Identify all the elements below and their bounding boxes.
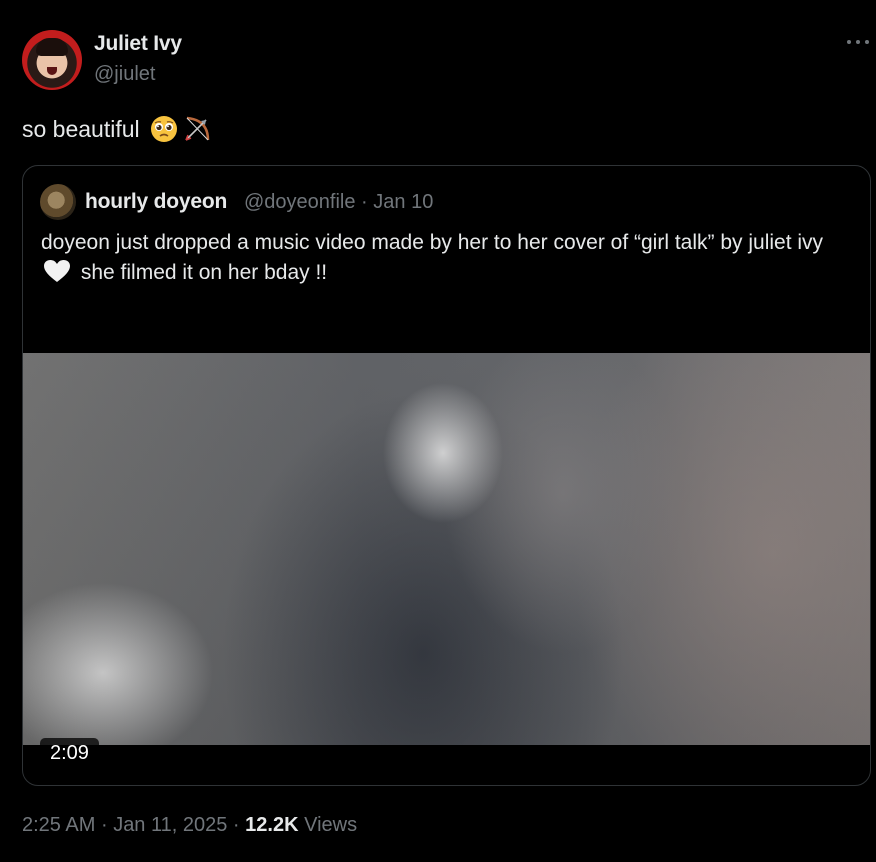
video-duration-badge: 2:09 [40,738,99,768]
avatar-hair [36,38,68,56]
meta-separator: · [100,814,108,836]
quoted-tweet[interactable]: hourly doyeon @doyeonfile · Jan 10 doyeo… [22,165,871,786]
quoted-author-meta: @doyeonfile · Jan 10 [244,191,433,214]
quoted-author-avatar[interactable] [40,184,76,220]
meta-separator: · [361,191,368,213]
meta-separator: · [232,814,240,836]
tweet-text-content: so beautiful [22,115,140,142]
video-player[interactable] [23,353,870,745]
quoted-text-part-2: she filmed it on her bday !! [80,261,328,284]
tweet-meta: 2:25 AM · Jan 11, 2025 · 12.2K Views [22,814,357,837]
quoted-author-handle[interactable]: @doyeonfile [244,191,355,213]
video-frame [23,353,870,745]
more-icon[interactable] [845,34,871,50]
pleading-face-icon [150,115,178,143]
tweet-time[interactable]: 2:25 AM [22,814,95,836]
author-avatar[interactable] [22,30,82,90]
quoted-author-name[interactable]: hourly doyeon [85,190,227,214]
views-label: Views [304,814,358,836]
quoted-text-part-1: doyeon just dropped a music video made b… [41,231,824,254]
avatar-mouth [47,67,57,75]
views-count[interactable]: 12.2K [245,814,298,836]
heart-icon [43,259,71,283]
quoted-tweet-date[interactable]: Jan 10 [373,191,433,213]
author-handle[interactable]: @jiulet [94,63,155,86]
tweet: Juliet Ivy @jiulet so beautiful hourly d… [0,0,876,862]
tweet-text: so beautiful [22,114,212,144]
quoted-tweet-text: doyeon just dropped a music video made b… [41,228,851,288]
tweet-date[interactable]: Jan 11, 2025 [113,814,227,836]
bow-and-arrow-icon [182,114,212,144]
author-name[interactable]: Juliet Ivy [94,32,182,56]
